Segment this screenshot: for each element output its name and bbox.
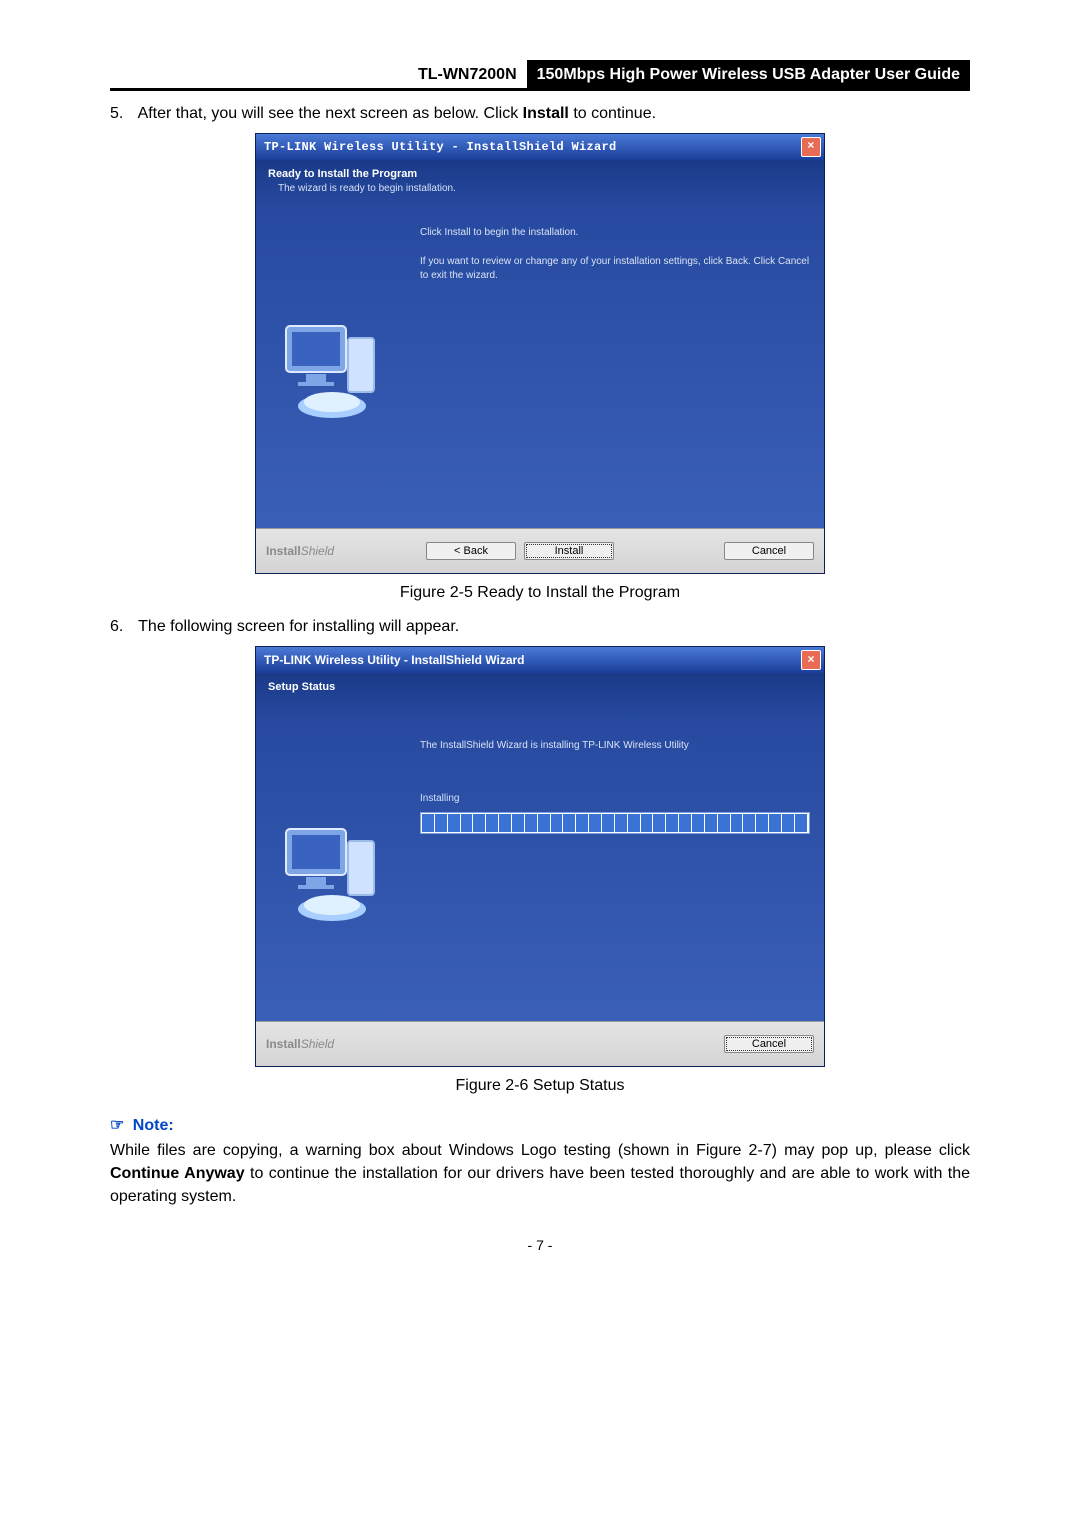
step-6-body: The following screen for installing will… [138,618,459,635]
wizard2-footer: InstallShield Cancel [256,1021,824,1066]
cancel-button[interactable]: Cancel [724,542,814,560]
figure-2-5-caption: Figure 2-5 Ready to Install the Program [110,584,970,602]
brand-b: Shield [301,544,334,558]
step-6-number: 6. [110,618,134,636]
installing-label: Installing [420,792,810,807]
step-5-body-b: to continue. [569,105,656,122]
figure-2-6-caption: Figure 2-6 Setup Status [110,1077,970,1095]
wizard1-header: Ready to Install the Program The wizard … [256,160,824,208]
wizard-ready-install: TP-LINK Wireless Utility - InstallShield… [255,133,825,574]
wizard2-header: Setup Status [256,673,824,721]
page-header: TL-WN7200N 150Mbps High Power Wireless U… [110,60,970,91]
note-body: While files are copying, a warning box a… [110,1139,970,1209]
wizard1-footer: InstallShield < Back Install Cancel [256,528,824,573]
close-icon[interactable]: × [801,137,821,157]
wizard2-heading: Setup Status [268,681,812,693]
wizard2-subheading [278,696,812,707]
brand-b: Shield [301,1037,334,1051]
step-5-number: 5. [110,105,134,123]
wizard1-content: Click Install to begin the installation.… [416,208,824,528]
wizard-setup-status: TP-LINK Wireless Utility - InstallShield… [255,646,825,1067]
note-label: Note: [133,1117,174,1134]
wizard1-msg2: If you want to review or change any of y… [420,255,810,284]
wizard1-title: TP-LINK Wireless Utility - InstallShield… [264,140,617,154]
note-body-a: While files are copying, a warning box a… [110,1142,970,1159]
wizard2-msg1: The InstallShield Wizard is installing T… [420,739,810,754]
wizard2-body: The InstallShield Wizard is installing T… [256,721,824,1021]
wizard1-subheading: The wizard is ready to begin installatio… [278,183,812,194]
note-heading: ☞ Note: [110,1115,970,1135]
wizard1-titlebar: TP-LINK Wireless Utility - InstallShield… [256,134,824,160]
computer-icon [276,811,396,931]
hand-icon: ☞ [110,1117,124,1134]
back-button[interactable]: < Back [426,542,516,560]
wizard1-body: Click Install to begin the installation.… [256,208,824,528]
brand-a: Install [266,544,301,558]
brand-a: Install [266,1037,301,1051]
step-5-bold: Install [523,105,569,122]
page-number: - 7 - [110,1237,970,1253]
wizard1-graphic [256,208,416,528]
wizard1-heading: Ready to Install the Program [268,168,812,180]
doc-title: 150Mbps High Power Wireless USB Adapter … [527,60,970,88]
install-button[interactable]: Install [524,542,614,560]
cancel-button[interactable]: Cancel [724,1035,814,1053]
note-bold: Continue Anyway [110,1165,245,1182]
computer-icon [276,308,396,428]
step-5-body-a: After that, you will see the next screen… [138,105,523,122]
installshield-brand: InstallShield [266,544,334,558]
progress-bar [420,812,810,834]
wizard2-titlebar: TP-LINK Wireless Utility - InstallShield… [256,647,824,673]
wizard2-title: TP-LINK Wireless Utility - InstallShield… [264,653,525,667]
model-number: TL-WN7200N [418,60,527,88]
wizard1-msg1: Click Install to begin the installation. [420,226,810,241]
step-6-text: 6. The following screen for installing w… [110,618,970,636]
close-icon[interactable]: × [801,650,821,670]
wizard2-content: The InstallShield Wizard is installing T… [416,721,824,1021]
installshield-brand: InstallShield [266,1037,334,1051]
step-5-text: 5. After that, you will see the next scr… [110,105,970,123]
wizard2-graphic [256,721,416,1021]
